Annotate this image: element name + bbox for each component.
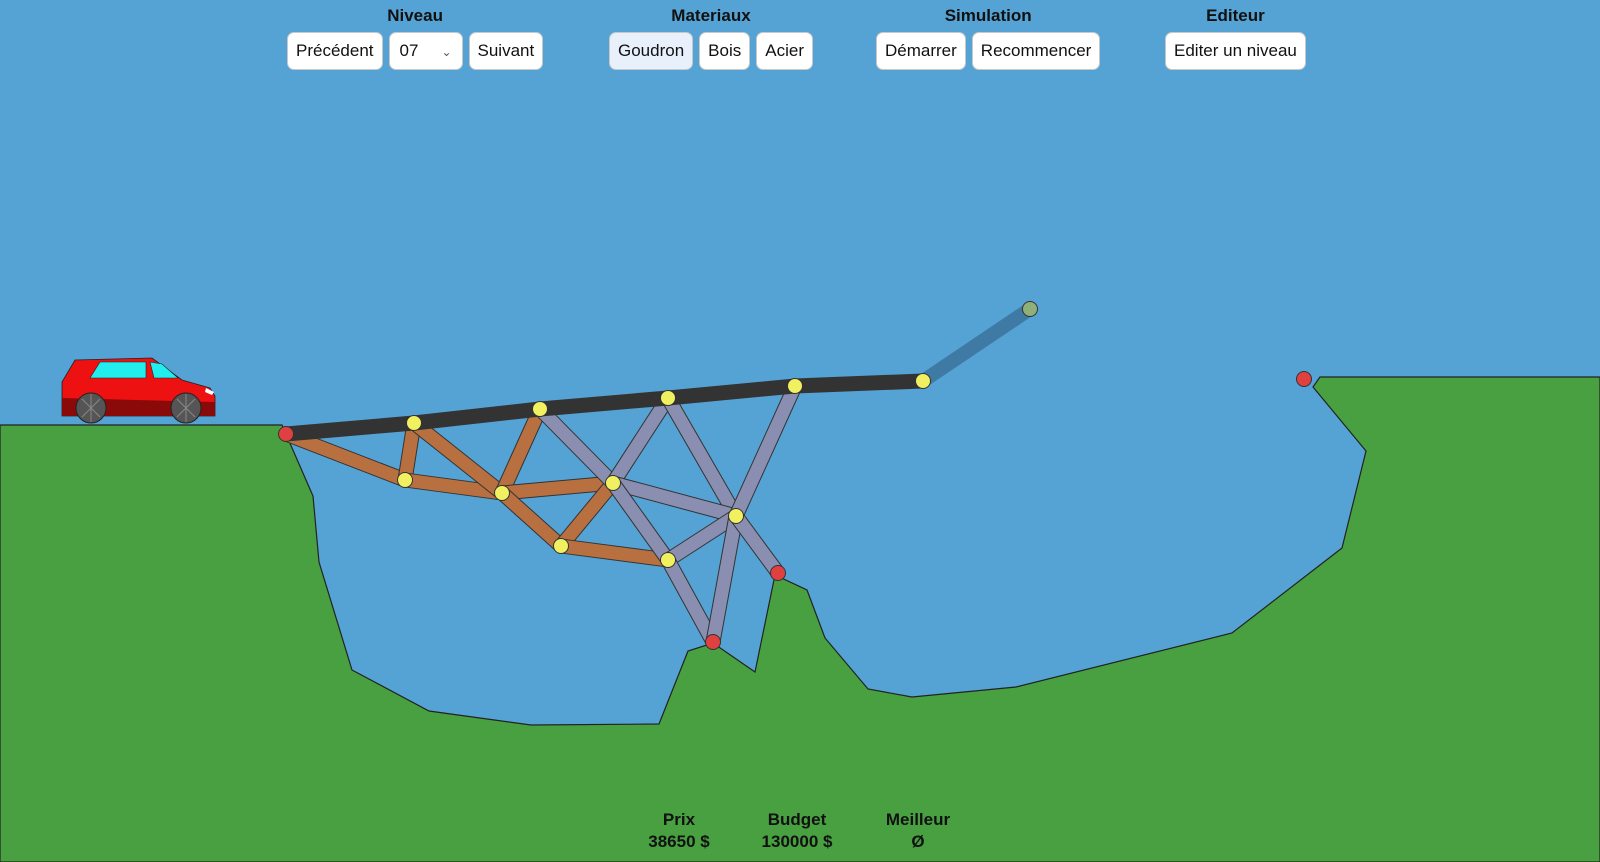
stats-bar: Prix 38650 $ Budget 130000 $ Meilleur Ø bbox=[0, 809, 1600, 859]
joint[interactable] bbox=[494, 485, 510, 501]
game-scene[interactable] bbox=[0, 0, 1600, 862]
wood-beam[interactable] bbox=[398, 416, 421, 487]
joint[interactable] bbox=[660, 552, 676, 568]
stat-prix: Prix 38650 $ bbox=[644, 809, 714, 853]
material-goudron-button[interactable]: Goudron bbox=[609, 32, 694, 70]
edit-level-button[interactable]: Editer un niveau bbox=[1165, 32, 1306, 70]
next-level-button[interactable]: Suivant bbox=[468, 32, 544, 70]
road-segment[interactable] bbox=[532, 390, 676, 417]
simulation-title: Simulation bbox=[944, 6, 1032, 25]
anchor-point[interactable] bbox=[1296, 371, 1312, 387]
budget-value: 130000 $ bbox=[761, 832, 833, 851]
terrain bbox=[0, 376, 1600, 862]
steel-beam[interactable] bbox=[606, 391, 675, 490]
start-simulation-button[interactable]: Démarrer bbox=[876, 32, 966, 70]
joint[interactable] bbox=[660, 390, 676, 406]
wood-beam[interactable] bbox=[279, 427, 412, 487]
steel-beam[interactable] bbox=[661, 553, 720, 649]
road-segment[interactable] bbox=[660, 378, 803, 406]
anchor-point[interactable] bbox=[278, 426, 294, 442]
steel-beam[interactable] bbox=[729, 379, 802, 523]
road-segment[interactable] bbox=[787, 373, 931, 394]
stat-meilleur: Meilleur Ø bbox=[874, 809, 962, 853]
joint[interactable] bbox=[915, 373, 931, 389]
joint[interactable] bbox=[532, 401, 548, 417]
simulation-group: Simulation Démarrer Recommencer bbox=[876, 6, 1101, 70]
previous-level-button[interactable]: Précédent bbox=[287, 32, 383, 70]
car bbox=[61, 357, 216, 424]
steel-beam[interactable] bbox=[729, 509, 785, 580]
joint[interactable] bbox=[406, 415, 422, 431]
level-select-value: 07 bbox=[399, 41, 419, 60]
budget-label: Budget bbox=[767, 810, 827, 829]
editeur-group: Editeur Editer un niveau bbox=[1165, 6, 1306, 70]
niveau-title: Niveau bbox=[387, 6, 443, 25]
restart-simulation-button[interactable]: Recommencer bbox=[971, 32, 1101, 70]
wood-beam[interactable] bbox=[495, 402, 547, 500]
car-wheel-front bbox=[170, 392, 202, 424]
joint[interactable] bbox=[605, 475, 621, 491]
joint[interactable] bbox=[553, 538, 569, 554]
ghost-joint[interactable] bbox=[1022, 301, 1038, 317]
material-acier-button[interactable]: Acier bbox=[756, 32, 813, 70]
joint[interactable] bbox=[728, 508, 744, 524]
niveau-group: Niveau Précédent 07 ⌄ Suivant bbox=[287, 6, 544, 70]
wood-beam[interactable] bbox=[495, 486, 568, 553]
anchor-point[interactable] bbox=[705, 634, 721, 650]
level-select[interactable]: 07 ⌄ bbox=[388, 32, 463, 70]
car-wheel-rear bbox=[75, 392, 107, 424]
stat-budget: Budget 130000 $ bbox=[752, 809, 842, 853]
chevron-down-icon: ⌄ bbox=[441, 45, 452, 59]
meilleur-value: Ø bbox=[911, 832, 925, 851]
toolbar: Niveau Précédent 07 ⌄ Suivant Materiaux … bbox=[0, 0, 1600, 80]
road-segment[interactable] bbox=[406, 401, 548, 431]
road-ghost-segment[interactable] bbox=[916, 302, 1037, 388]
joint[interactable] bbox=[787, 378, 803, 394]
steel-beam[interactable] bbox=[533, 402, 620, 490]
editeur-title: Editeur bbox=[1206, 6, 1265, 25]
materiaux-title: Materiaux bbox=[671, 6, 751, 25]
car-window-rear bbox=[149, 361, 179, 379]
prix-label: Prix bbox=[662, 810, 696, 829]
prix-value: 38650 $ bbox=[648, 832, 710, 851]
road-segment[interactable] bbox=[278, 415, 422, 442]
car-window-front bbox=[89, 361, 147, 379]
anchor-point[interactable] bbox=[770, 565, 786, 581]
joint[interactable] bbox=[397, 472, 413, 488]
materiaux-group: Materiaux Goudron Bois Acier bbox=[609, 6, 813, 70]
material-bois-button[interactable]: Bois bbox=[699, 32, 751, 70]
meilleur-label: Meilleur bbox=[885, 810, 951, 829]
